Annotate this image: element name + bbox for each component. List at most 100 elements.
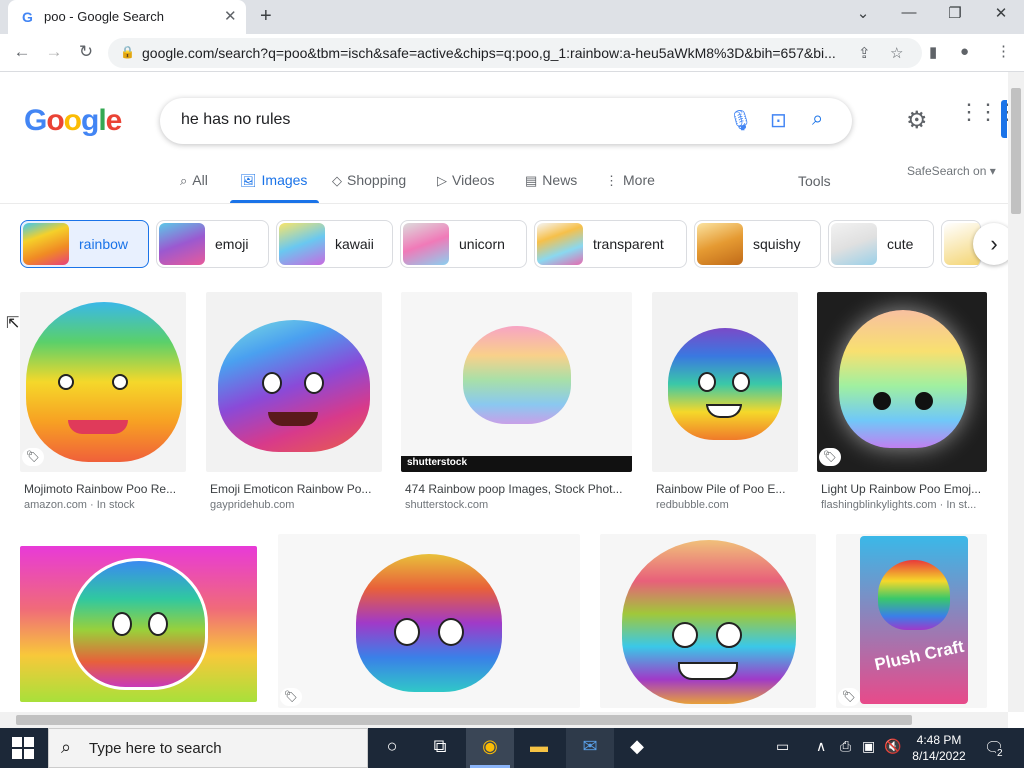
chip-thumbnail: [159, 223, 205, 265]
mail-icon[interactable]: ✉: [577, 736, 603, 760]
sign-in-button[interactable]: [1001, 100, 1007, 138]
result-source[interactable]: redbubble.com: [656, 499, 796, 511]
url-text[interactable]: google.com/search?q=poo&tbm=isch&safe=ac…: [142, 45, 842, 61]
chrome-icon[interactable]: ◉: [477, 736, 503, 760]
result-image[interactable]: Plush Craft 🏷: [836, 534, 987, 708]
result-source[interactable]: gaypridehub.com: [210, 499, 380, 511]
close-window-icon[interactable]: ✕: [986, 4, 1016, 22]
result-image[interactable]: shutterstock: [401, 292, 632, 472]
result-source[interactable]: flashingblinkylights.com · In st...: [821, 499, 985, 511]
poo-mouth: [68, 420, 128, 434]
menu-kebab-icon[interactable]: ⋮: [996, 42, 1011, 60]
chip-kawaii[interactable]: kawaii: [276, 220, 393, 268]
tab-more[interactable]: ⋮ More: [605, 172, 655, 189]
watermark-bar: shutterstock: [401, 456, 632, 472]
chip-label: unicorn: [459, 236, 505, 252]
image-result[interactable]: Rainbow Pile of Poo E... redbubble.com: [652, 292, 798, 514]
result-image[interactable]: 🏷: [817, 292, 987, 472]
camera-lens-icon[interactable]: ⊡: [770, 108, 787, 133]
voice-search-mic-icon[interactable]: 🎙: [728, 108, 753, 133]
chip-unicorn[interactable]: unicorn: [400, 220, 527, 268]
image-result[interactable]: [20, 546, 257, 706]
notification-count: 2: [996, 748, 1004, 759]
image-result[interactable]: 🏷: [278, 534, 580, 708]
result-source[interactable]: amazon.com · In stock: [24, 499, 184, 511]
search-icon[interactable]: ⌕: [812, 108, 823, 131]
result-caption[interactable]: 474 Rainbow poop Images, Stock Phot...: [405, 482, 630, 496]
cortana-icon[interactable]: ○: [379, 736, 405, 760]
result-image[interactable]: 🏷: [278, 534, 580, 708]
tab-news[interactable]: ▤ News: [525, 172, 577, 189]
result-image[interactable]: 🏷: [20, 292, 186, 472]
box-title: Plush Craft: [872, 636, 966, 675]
chip-emoji[interactable]: emoji: [156, 220, 269, 268]
close-tab-icon[interactable]: ✕: [224, 7, 237, 25]
tab-news-label: News: [542, 172, 578, 188]
result-image[interactable]: [206, 292, 382, 472]
taskbar-clock[interactable]: 4:48 PM 8/14/2022: [904, 732, 974, 764]
result-source[interactable]: shutterstock.com: [405, 499, 630, 511]
back-icon[interactable]: ←: [12, 42, 32, 62]
share-icon[interactable]: ⇪: [858, 44, 871, 62]
taskbar-search-box[interactable]: ⌕ Type here to search: [48, 728, 368, 768]
minimize-icon[interactable]: —: [894, 4, 924, 21]
result-caption[interactable]: Light Up Rainbow Poo Emoj...: [821, 482, 985, 496]
chip-transparent[interactable]: transparent: [534, 220, 687, 268]
network-icon[interactable]: ▣: [862, 738, 875, 755]
restore-icon[interactable]: ❐: [940, 4, 970, 22]
chip-cute[interactable]: cute: [828, 220, 934, 268]
tools-button[interactable]: Tools: [798, 173, 831, 189]
taskbar-search-placeholder: Type here to search: [89, 740, 222, 757]
lock-icon[interactable]: 🔒: [120, 45, 135, 59]
clock-time: 4:48 PM: [916, 733, 962, 747]
image-result[interactable]: shutterstock 474 Rainbow poop Images, St…: [401, 292, 632, 514]
vertical-scroll-thumb[interactable]: [1011, 88, 1021, 214]
profile-icon[interactable]: ●: [960, 43, 969, 60]
news-icon: ▤: [525, 173, 538, 188]
address-bar[interactable]: 🔒 google.com/search?q=poo&tbm=isch&safe=…: [108, 38, 922, 68]
new-tab-icon[interactable]: +: [260, 5, 272, 28]
tab-shopping[interactable]: ◇ Shopping: [332, 172, 406, 189]
result-image[interactable]: [652, 292, 798, 472]
keyboard-layout-icon[interactable]: ▭: [776, 738, 789, 755]
tab-videos[interactable]: ▷ Videos: [437, 172, 495, 189]
rainbow-poo-picture: [839, 310, 967, 448]
settings-gear-icon[interactable]: ⚙: [906, 106, 928, 135]
browser-window: G poo - Google Search ✕ + ⌄ — ❐ ✕ ← → ↻ …: [0, 0, 1024, 768]
google-logo[interactable]: Google: [24, 104, 122, 138]
reload-icon[interactable]: ↻: [76, 42, 96, 62]
file-explorer-icon[interactable]: ▬: [526, 736, 552, 760]
side-panel-icon[interactable]: ▮: [929, 43, 937, 61]
windows-start-icon[interactable]: [12, 737, 34, 759]
poo-eye: [672, 622, 698, 648]
tab-search-icon[interactable]: ⌄: [848, 4, 878, 22]
image-result[interactable]: [600, 534, 816, 708]
result-caption[interactable]: Rainbow Pile of Poo E...: [656, 482, 796, 496]
image-result[interactable]: 🏷 Mojimoto Rainbow Poo Re... amazon.com …: [20, 292, 186, 514]
chip-squishy[interactable]: squishy: [694, 220, 821, 268]
image-result[interactable]: Plush Craft 🏷: [836, 534, 987, 708]
image-result[interactable]: 🏷 Light Up Rainbow Poo Emoj... flashingb…: [817, 292, 987, 514]
chip-rainbow[interactable]: rainbow: [20, 220, 149, 268]
search-box[interactable]: he has no rules 🎙 ⊡ ⌕: [160, 98, 852, 144]
result-image[interactable]: [20, 546, 257, 702]
meet-now-icon[interactable]: ⎙: [840, 738, 851, 755]
tab-all[interactable]: ⌕ All: [180, 172, 208, 189]
tab-images[interactable]: 🖼 Images: [240, 172, 307, 189]
safesearch-dropdown[interactable]: SafeSearch on ▾: [907, 164, 996, 178]
result-caption[interactable]: Emoji Emoticon Rainbow Po...: [210, 482, 380, 496]
bookmark-star-icon[interactable]: ☆: [890, 44, 903, 62]
poo-eye: [112, 612, 132, 636]
show-hidden-icons-icon[interactable]: ∧: [816, 738, 826, 755]
search-input[interactable]: he has no rules: [181, 111, 290, 129]
task-view-icon[interactable]: ⧉: [427, 736, 453, 760]
forward-icon[interactable]: →: [44, 42, 64, 62]
browser-tab[interactable]: G poo - Google Search ✕: [8, 0, 246, 34]
horizontal-scroll-thumb[interactable]: [16, 715, 912, 725]
chip-label: transparent: [593, 236, 664, 252]
result-caption[interactable]: Mojimoto Rainbow Poo Re...: [24, 482, 184, 496]
result-image[interactable]: [600, 534, 816, 708]
volume-muted-icon[interactable]: 🔇: [884, 738, 901, 755]
app-icon[interactable]: ◆: [624, 736, 650, 760]
image-result[interactable]: Emoji Emoticon Rainbow Po... gaypridehub…: [206, 292, 382, 514]
